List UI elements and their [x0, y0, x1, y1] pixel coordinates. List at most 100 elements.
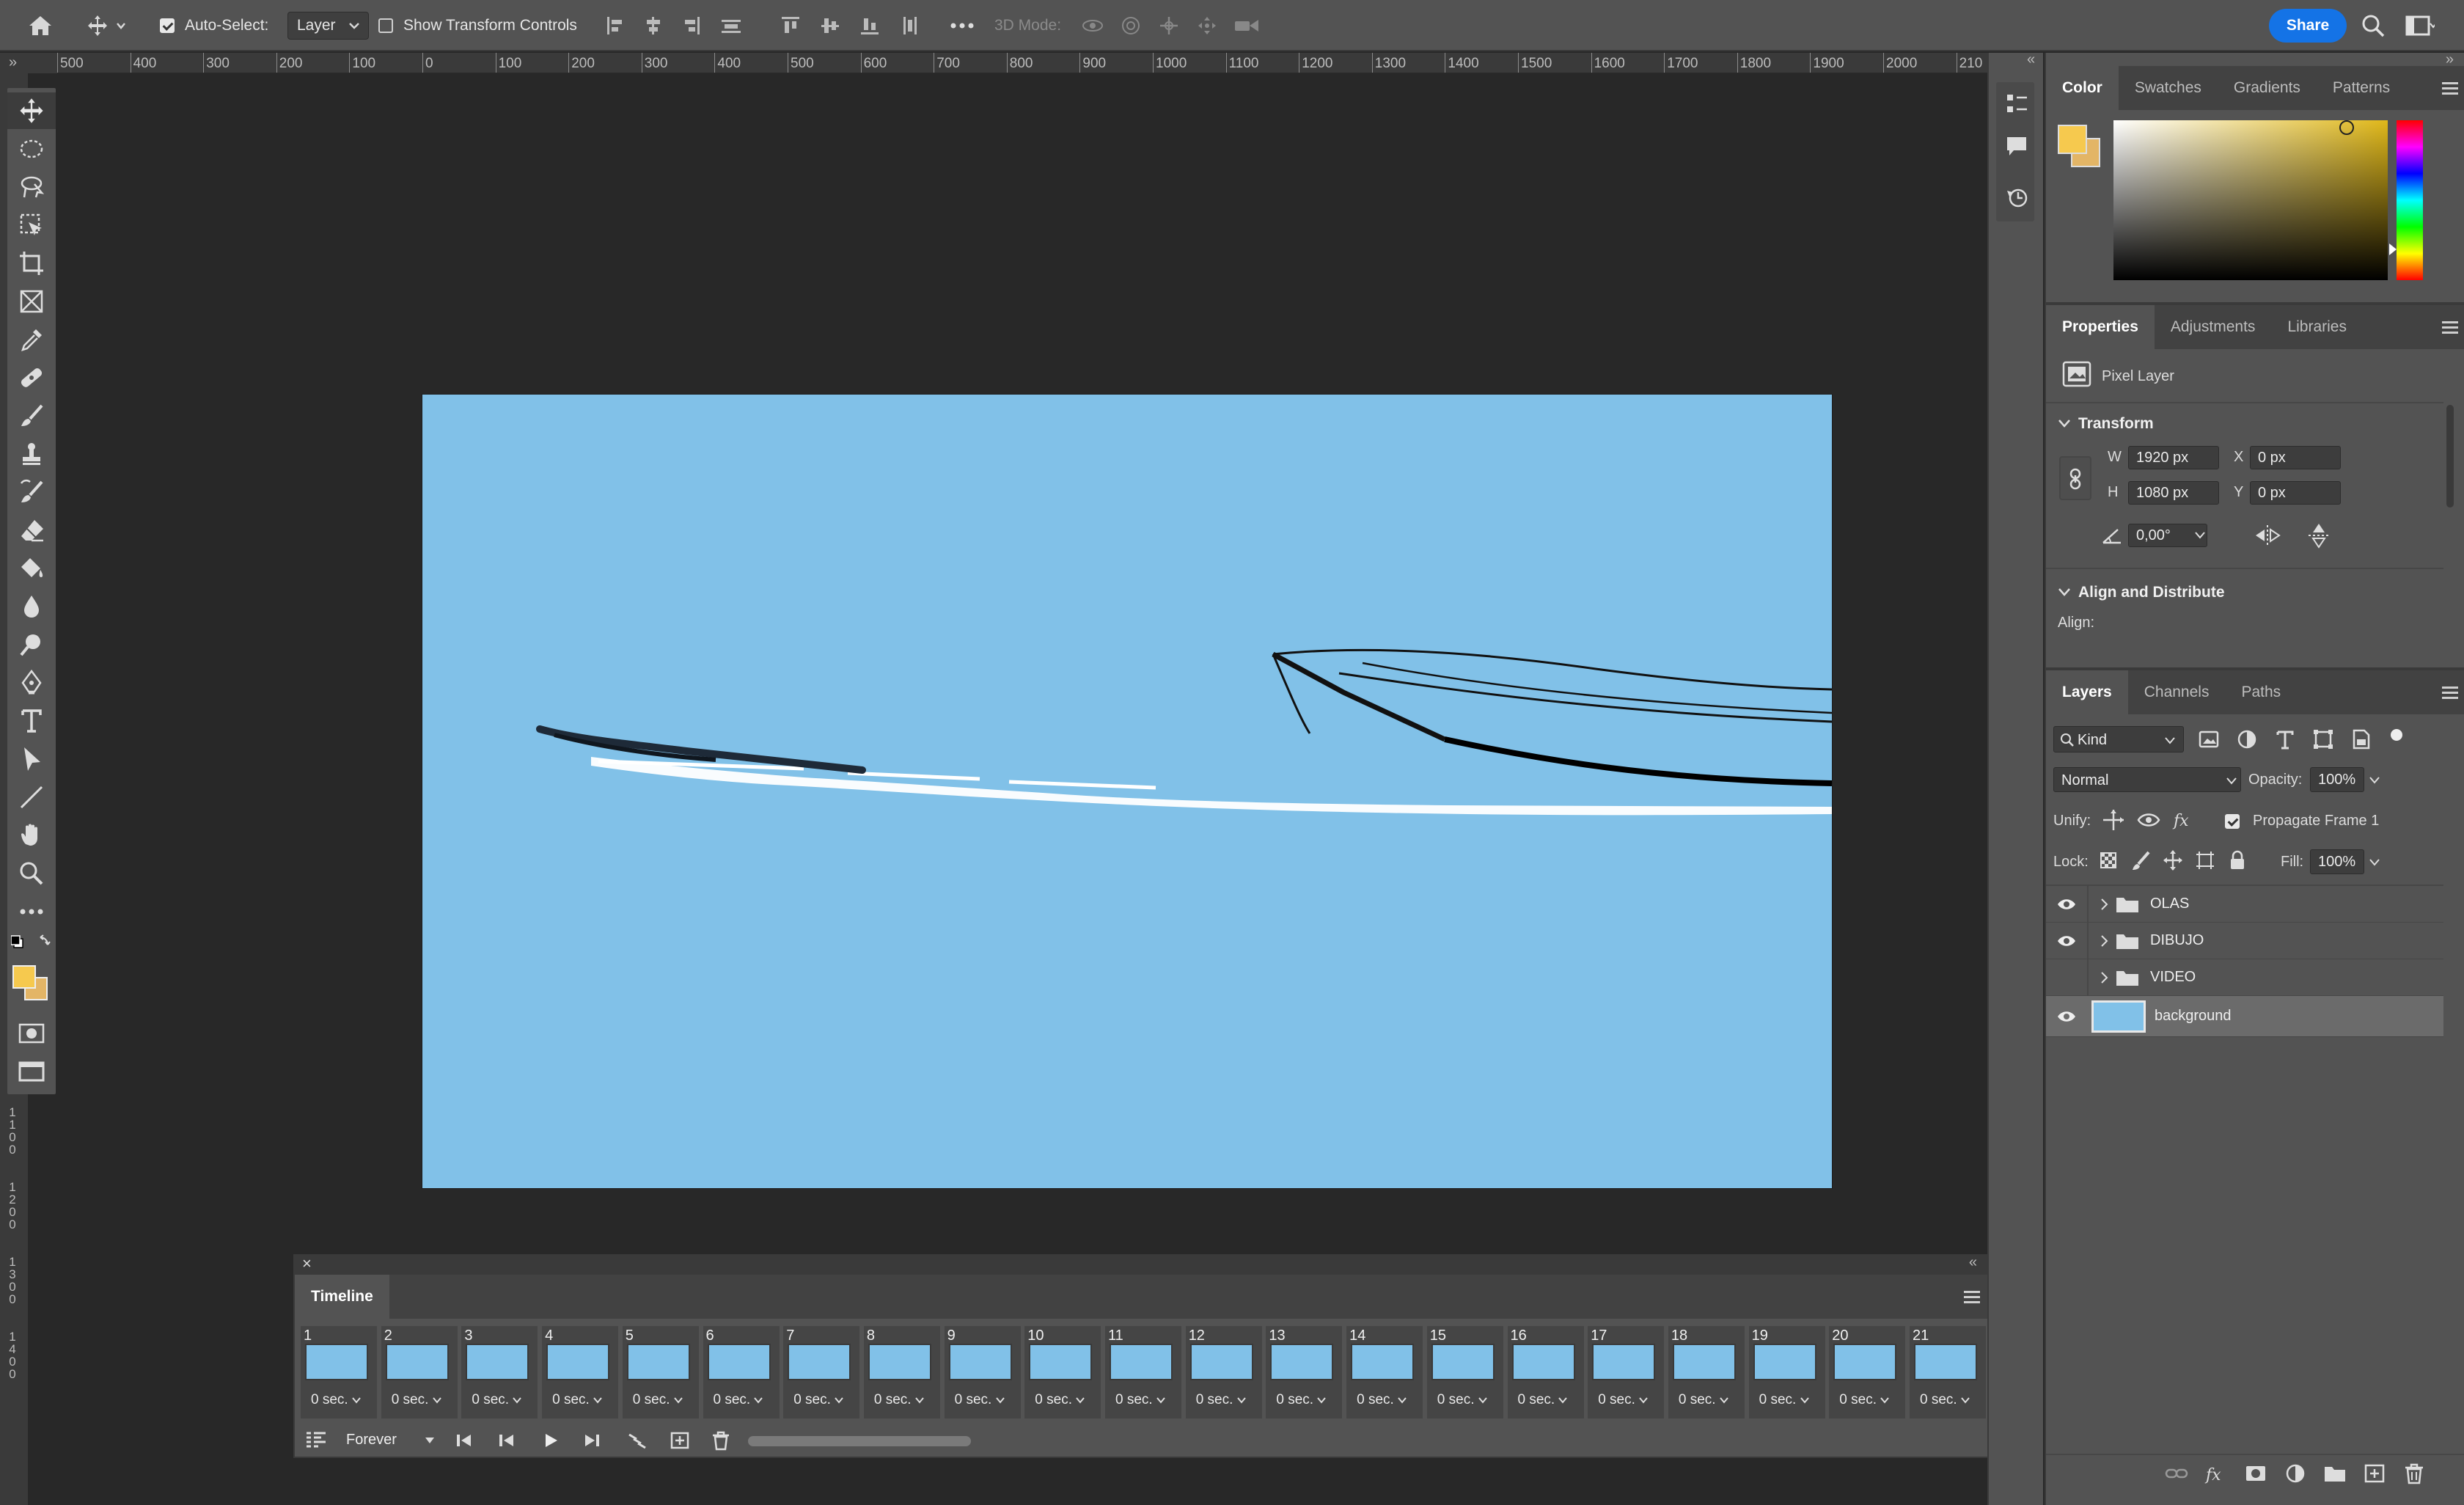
- expand-panels-icon[interactable]: «: [2027, 51, 2035, 68]
- screen-mode-icon[interactable]: [7, 1053, 56, 1090]
- layer-row-olas[interactable]: OLAS: [2046, 886, 2443, 923]
- tab-timeline[interactable]: Timeline: [295, 1275, 389, 1319]
- animation-frame[interactable]: 12 0 sec.: [1185, 1326, 1262, 1418]
- color-picker-field[interactable]: [2113, 120, 2388, 280]
- previous-frame-icon[interactable]: [497, 1432, 516, 1449]
- tab-adjustments[interactable]: Adjustments: [2155, 305, 2272, 349]
- home-icon[interactable]: [28, 0, 53, 51]
- 3d-roll-icon[interactable]: [1119, 15, 1143, 36]
- animation-frame[interactable]: 20 0 sec.: [1829, 1326, 1906, 1418]
- pen-tool-icon[interactable]: [7, 664, 56, 701]
- chevron-right-icon[interactable]: [2100, 898, 2109, 911]
- tween-icon[interactable]: [626, 1432, 648, 1451]
- chevron-down-icon[interactable]: [2369, 858, 2380, 867]
- flip-horizontal-icon[interactable]: [2253, 524, 2282, 547]
- duplicate-frame-icon[interactable]: [669, 1430, 691, 1451]
- frame-delay-select[interactable]: 0 sec.: [1679, 1392, 1728, 1408]
- animation-frame[interactable]: 6 0 sec.: [703, 1326, 780, 1418]
- unify-visibility-icon[interactable]: [2137, 808, 2160, 832]
- lasso-tool-icon[interactable]: [7, 169, 56, 205]
- frame-delay-select[interactable]: 0 sec.: [552, 1392, 602, 1408]
- move-tool-icon[interactable]: [7, 92, 56, 129]
- animation-frame[interactable]: 18 0 sec.: [1668, 1326, 1745, 1418]
- chevron-down-icon[interactable]: [2369, 776, 2380, 785]
- animation-frame[interactable]: 21 0 sec.: [1910, 1326, 1986, 1418]
- frame-delay-select[interactable]: 0 sec.: [1437, 1392, 1487, 1408]
- visibility-eye-icon[interactable]: [2056, 933, 2077, 949]
- lock-position-icon[interactable]: [2163, 849, 2182, 871]
- collapse-timeline-icon[interactable]: «: [1969, 1254, 1977, 1271]
- line-tool-icon[interactable]: [7, 779, 56, 816]
- new-layer-icon[interactable]: [2363, 1462, 2386, 1484]
- chevron-down-icon[interactable]: [2194, 531, 2206, 540]
- more-tools-icon[interactable]: [7, 893, 56, 930]
- animation-frame[interactable]: 8 0 sec.: [863, 1326, 940, 1418]
- blur-tool-icon[interactable]: [7, 588, 56, 625]
- frame-delay-select[interactable]: 0 sec.: [1759, 1392, 1809, 1408]
- frame-delay-select[interactable]: 0 sec.: [1357, 1392, 1407, 1408]
- panel-menu-icon[interactable]: [2442, 82, 2458, 98]
- x-position-field[interactable]: 0 px: [2250, 446, 2341, 469]
- 3d-pan-icon[interactable]: [1157, 15, 1181, 36]
- propagate-frame-checkbox[interactable]: [2225, 814, 2240, 829]
- first-frame-icon[interactable]: [455, 1432, 474, 1449]
- opacity-field[interactable]: 100%: [2310, 767, 2364, 792]
- align-bottom-icon[interactable]: [859, 15, 880, 36]
- lock-transparent-icon[interactable]: [2099, 849, 2118, 871]
- panel-menu-icon[interactable]: [1964, 1291, 1980, 1306]
- eraser-tool-icon[interactable]: [7, 512, 56, 549]
- layer-row-dibujo[interactable]: DIBUJO: [2046, 923, 2443, 959]
- object-selection-tool-icon[interactable]: [7, 207, 56, 243]
- animation-frame[interactable]: 5 0 sec.: [622, 1326, 699, 1418]
- 3d-scale-icon[interactable]: [1233, 15, 1260, 36]
- auto-select-dropdown[interactable]: Layer: [287, 12, 369, 40]
- history-brush-tool-icon[interactable]: [7, 474, 56, 510]
- layer-filter-kind-select[interactable]: Kind: [2053, 726, 2184, 752]
- show-transform-checkbox[interactable]: [378, 18, 393, 33]
- chevron-right-icon[interactable]: [2100, 934, 2109, 948]
- layer-row-video[interactable]: VIDEO: [2046, 959, 2443, 996]
- unify-style-icon[interactable]: fx: [2172, 808, 2196, 832]
- workspace-icon[interactable]: [2405, 0, 2435, 51]
- frame-delay-select[interactable]: 0 sec.: [1196, 1392, 1246, 1408]
- auto-select-checkbox[interactable]: [160, 18, 175, 33]
- timeline-scrollbar[interactable]: [748, 1436, 971, 1446]
- color-picker-cursor[interactable]: [2339, 120, 2354, 135]
- width-field[interactable]: 1920 px: [2128, 446, 2219, 469]
- paint-bucket-tool-icon[interactable]: [7, 550, 56, 587]
- frame-delay-select[interactable]: 0 sec.: [472, 1392, 522, 1408]
- zoom-tool-icon[interactable]: [7, 855, 56, 892]
- 3d-slide-icon[interactable]: [1195, 15, 1219, 36]
- distribute-vertical-icon[interactable]: [899, 15, 920, 36]
- frame-delay-select[interactable]: 0 sec.: [392, 1392, 441, 1408]
- marquee-tool-icon[interactable]: [7, 131, 56, 167]
- chevron-down-icon[interactable]: [424, 1436, 436, 1445]
- filter-adjustment-icon[interactable]: [2235, 728, 2259, 751]
- frame-delay-select[interactable]: 0 sec.: [1839, 1392, 1890, 1408]
- frame-delay-select[interactable]: 0 sec.: [1276, 1392, 1327, 1408]
- tab-properties[interactable]: Properties: [2046, 305, 2155, 349]
- animation-frame[interactable]: 10 0 sec.: [1024, 1326, 1101, 1418]
- layer-row-background[interactable]: background: [2046, 996, 2443, 1037]
- frame-delay-select[interactable]: 0 sec.: [1598, 1392, 1648, 1408]
- align-middle-icon[interactable]: [820, 15, 840, 36]
- frame-delay-select[interactable]: 0 sec.: [1518, 1392, 1568, 1408]
- animation-frame[interactable]: 19 0 sec.: [1748, 1326, 1825, 1418]
- tab-color[interactable]: Color: [2046, 66, 2119, 110]
- animation-frame[interactable]: 1 0 sec.: [301, 1326, 377, 1418]
- visibility-toggle-hidden[interactable]: [2056, 968, 2077, 987]
- animation-frame[interactable]: 3 0 sec.: [461, 1326, 538, 1418]
- convert-timeline-icon[interactable]: [305, 1430, 327, 1451]
- add-mask-icon[interactable]: [2244, 1462, 2267, 1484]
- animation-frame[interactable]: 9 0 sec.: [944, 1326, 1021, 1418]
- animation-frame[interactable]: 13 0 sec.: [1266, 1326, 1343, 1418]
- hue-slider-handle[interactable]: [2389, 243, 2397, 255]
- frame-delay-select[interactable]: 0 sec.: [874, 1392, 924, 1408]
- visibility-eye-icon[interactable]: [2056, 896, 2077, 912]
- frame-tool-icon[interactable]: [7, 283, 56, 320]
- align-center-h-icon[interactable]: [644, 15, 663, 36]
- foreground-color-chip[interactable]: [2058, 125, 2087, 154]
- link-layers-icon[interactable]: [2165, 1462, 2188, 1484]
- lock-artboard-icon[interactable]: [2196, 849, 2215, 871]
- align-top-icon[interactable]: [780, 15, 801, 36]
